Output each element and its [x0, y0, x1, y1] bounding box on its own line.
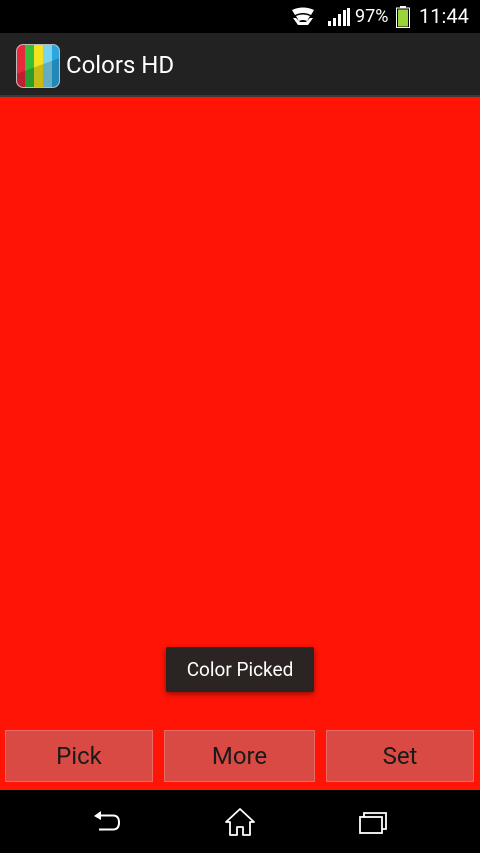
back-button[interactable]	[87, 804, 127, 840]
clock: 11:44	[419, 4, 469, 28]
navigation-bar	[0, 790, 480, 853]
toast-message: Color Picked	[166, 647, 314, 692]
recent-apps-button[interactable]	[353, 804, 393, 840]
wifi-icon	[292, 7, 314, 25]
recent-apps-icon	[359, 812, 387, 834]
app-icon[interactable]	[16, 44, 60, 88]
screen: 97% 11:44 Colors HD Color Picked Pick Mo…	[0, 0, 480, 853]
home-button[interactable]	[220, 804, 260, 840]
battery-percent: 97%	[355, 6, 389, 27]
home-icon	[225, 808, 255, 836]
status-bar: 97% 11:44	[0, 0, 480, 33]
action-bar: Colors HD	[0, 33, 480, 97]
pick-button[interactable]: Pick	[5, 730, 153, 782]
app-title: Colors HD	[66, 51, 175, 79]
more-button[interactable]: More	[164, 730, 315, 782]
set-button[interactable]: Set	[326, 730, 474, 782]
battery-icon	[396, 6, 410, 28]
back-icon	[94, 811, 120, 831]
signal-icon	[328, 8, 350, 26]
